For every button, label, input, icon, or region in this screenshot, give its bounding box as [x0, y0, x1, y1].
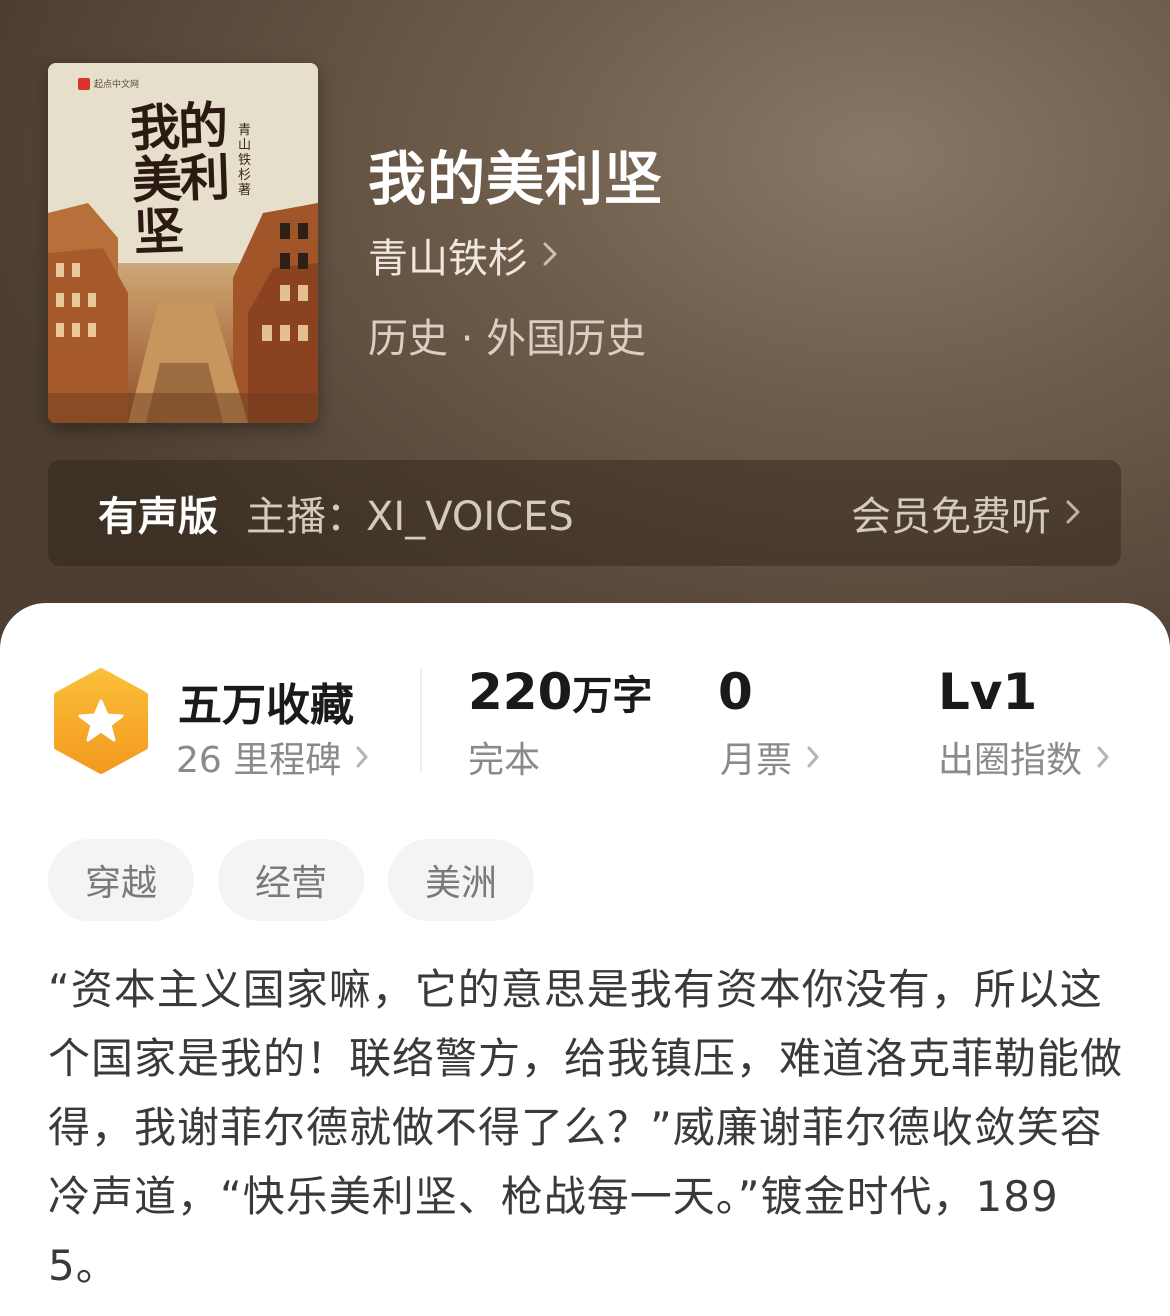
audio-host: 主播：XI_VOICES: [246, 494, 574, 540]
word-count-number: 220: [468, 663, 573, 721]
word-count-unit: 万字: [572, 673, 653, 719]
member-free-listen-text: 会员免费听: [851, 494, 1051, 540]
author-name: 青山铁杉: [368, 236, 528, 282]
tag-chip[interactable]: 经营: [218, 839, 364, 921]
popularity-level-value: Lv1: [938, 663, 1038, 721]
milestone-text: 26 里程碑: [176, 740, 342, 781]
book-title: 我的美利坚: [368, 145, 664, 213]
chevron-right-icon: [1096, 737, 1110, 778]
tag-list: 穿越 经营 美洲: [48, 839, 558, 921]
stats-divider: [420, 669, 422, 773]
monthly-ticket-label: 月票: [720, 740, 793, 781]
collection-badge-icon: [52, 667, 150, 779]
tag-chip[interactable]: 美洲: [388, 839, 534, 921]
book-detail-page: 起点中文网 我的美利坚 青山铁杉著 我的美利坚 青山铁杉 历史 · 外国历史 有…: [0, 0, 1170, 1316]
monthly-ticket-link[interactable]: 月票: [720, 731, 820, 783]
brand-logo-icon: [78, 77, 90, 90]
chevron-right-icon: [542, 232, 558, 278]
collection-count: 五万收藏: [178, 680, 354, 731]
audio-edition-label: 有声版: [98, 494, 218, 540]
completion-status: 完本: [468, 740, 541, 781]
milestone-link[interactable]: 26 里程碑: [176, 731, 369, 783]
chevron-right-icon: [806, 737, 820, 778]
book-stats: 五万收藏 26 里程碑 220万字 完本 0 月票 Lv1 出圈指数: [0, 603, 1170, 793]
chevron-right-icon: [1065, 490, 1081, 536]
book-header: 起点中文网 我的美利坚 青山铁杉著 我的美利坚 青山铁杉 历史 · 外国历史 有…: [0, 0, 1170, 700]
cover-brand-text: 起点中文网: [94, 80, 140, 90]
book-info-card: 五万收藏 26 里程碑 220万字 完本 0 月票 Lv1 出圈指数 穿越 经营…: [0, 603, 1170, 1316]
book-genre[interactable]: 历史 · 外国历史: [368, 306, 646, 364]
tag-chip[interactable]: 穿越: [48, 839, 194, 921]
chevron-right-icon: [355, 737, 369, 778]
monthly-ticket-number: 0: [718, 663, 753, 721]
book-cover[interactable]: 起点中文网 我的美利坚 青山铁杉著: [48, 63, 318, 423]
popularity-index-link[interactable]: 出圈指数: [938, 731, 1110, 783]
cover-author: 青山铁杉著: [238, 123, 252, 198]
popularity-index-label: 出圈指数: [938, 740, 1083, 781]
audio-edition-bar[interactable]: 有声版 主播：XI_VOICES 会员免费听: [48, 460, 1121, 566]
member-free-listen-link[interactable]: 会员免费听: [851, 484, 1081, 542]
author-link[interactable]: 青山铁杉: [368, 226, 558, 284]
cover-title: 我的美利坚: [129, 95, 229, 262]
word-count: 220万字: [468, 663, 652, 721]
book-description: “资本主义国家嘛，它的意思是我有资本你没有，所以这个国家是我的！联络警方，给我镇…: [48, 965, 1124, 1290]
monthly-ticket-count: 0: [718, 663, 753, 721]
cover-brand: 起点中文网: [78, 77, 139, 90]
popularity-level: Lv1: [938, 663, 1037, 721]
